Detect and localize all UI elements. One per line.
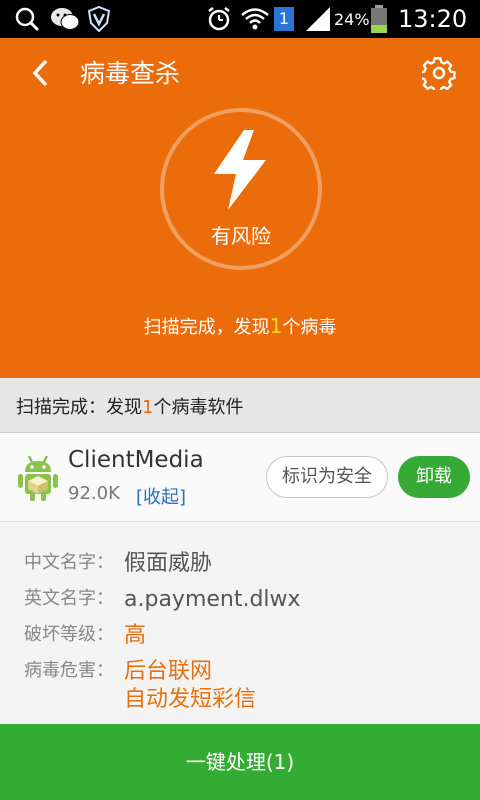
mark-safe-button[interactable]: 标识为安全 (266, 456, 388, 498)
detail-label: 病毒危害： (24, 660, 114, 681)
detail-label: 破坏等级： (24, 624, 114, 645)
chevron-left-icon (32, 59, 48, 87)
one-click-handle-button[interactable]: 一键处理(1) (0, 724, 480, 800)
virus-details: 中文名字： 假面威胁 英文名字： a.payment.dlwx 破坏等级： 高 … (0, 522, 480, 724)
detail-row-virus-harm: 病毒危害： 后台联网 自动发短彩信 (24, 658, 256, 714)
app-size: 92.0K (68, 483, 120, 504)
wifi-icon (240, 0, 270, 38)
sim-icon: 1 (274, 0, 294, 38)
v-shield-icon (88, 0, 110, 38)
detail-row-damage-level: 破坏等级： 高 (24, 622, 146, 650)
risk-label: 有风险 (211, 224, 271, 248)
scan-result-text: 扫描完成，发现1个病毒 (0, 313, 480, 339)
collapse-link[interactable]: [收起] (136, 483, 186, 509)
scan-result-prefix: 扫描完成，发现 (143, 317, 270, 338)
page-title: 病毒查杀 (80, 59, 181, 88)
scan-result-suffix: 个病毒 (282, 317, 337, 338)
app-name: ClientMedia (68, 447, 204, 473)
section-virus-count: 1 (142, 397, 154, 418)
detail-value: 假面威胁 (124, 551, 213, 576)
clock: 13:20 (398, 5, 468, 33)
wechat-icon (50, 0, 80, 38)
detail-value: 高 (124, 623, 147, 648)
settings-button[interactable] (419, 56, 456, 94)
battery-percent: 24% (334, 9, 370, 29)
detail-value: 后台联网 (124, 659, 213, 684)
scan-header: 病毒查杀 有风险 扫描完成，发现1个病毒 (0, 38, 480, 378)
lightning-icon (214, 130, 266, 210)
infected-app-row: ClientMedia 92.0K [收起] 标识为安全 卸载 (0, 433, 480, 522)
detail-value: 自动发短彩信 (124, 687, 257, 712)
search-icon (14, 0, 40, 38)
section-title: 扫描完成：发现1个病毒软件 (16, 393, 243, 419)
section-suffix: 个病毒软件 (153, 397, 244, 418)
detail-row-chinese-name: 中文名字： 假面威胁 (24, 550, 212, 578)
detail-row-english-name: 英文名字： a.payment.dlwx (24, 586, 301, 614)
gear-icon (419, 57, 456, 94)
sim-badge: 1 (274, 7, 294, 31)
risk-indicator: 有风险 (160, 108, 322, 270)
result-section-header: 扫描完成：发现1个病毒软件 (0, 378, 480, 433)
uninstall-button[interactable]: 卸载 (398, 456, 470, 498)
alarm-icon (206, 0, 232, 38)
battery-icon (370, 0, 388, 38)
section-prefix: 扫描完成：发现 (16, 397, 142, 418)
signal-icon (306, 0, 332, 38)
detail-label: 英文名字： (24, 588, 114, 609)
back-button[interactable] (28, 58, 54, 88)
status-bar: 1 24% 13:20 (0, 0, 480, 38)
android-app-icon (18, 455, 58, 501)
virus-count: 1 (269, 314, 283, 338)
detail-value: a.payment.dlwx (124, 587, 301, 612)
detail-label: 中文名字： (24, 552, 114, 573)
